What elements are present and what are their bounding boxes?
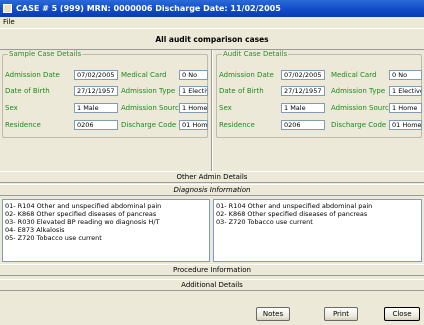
audit-case-caption: Audit Case Details bbox=[222, 50, 289, 59]
discharge-code-field[interactable]: 01 Home bbox=[179, 120, 208, 130]
sample-case-caption: Sample Case Details bbox=[8, 50, 83, 59]
notes-button[interactable]: Notes bbox=[256, 307, 290, 321]
admission-source-field[interactable]: 1 Home bbox=[179, 103, 208, 113]
app-icon[interactable] bbox=[3, 4, 12, 13]
panel-divider bbox=[211, 50, 213, 187]
additional-details-bar[interactable]: Additional Details bbox=[0, 279, 424, 291]
print-button[interactable]: Print bbox=[324, 307, 358, 321]
case-window: CASE # 5 (999) MRN: 0000006 Discharge Da… bbox=[0, 0, 424, 325]
sex-label: Sex bbox=[5, 104, 18, 112]
list-item: 03- R030 Elevated BP reading wo diagnosi… bbox=[5, 218, 160, 226]
admission-type-field[interactable]: 1 Elective bbox=[179, 86, 208, 96]
title-bar[interactable]: CASE # 5 (999) MRN: 0000006 Discharge Da… bbox=[0, 0, 424, 17]
sample-panel: Sample Case Details Admission Date 07/02… bbox=[0, 50, 210, 187]
medical-card-field[interactable]: 0 No bbox=[179, 70, 208, 80]
audit-admission-source-field[interactable]: 1 Home bbox=[389, 103, 422, 113]
audit-discharge-code-field[interactable]: 01 Home bbox=[389, 120, 422, 130]
audit-panel: Audit Case Details Admission Date 07/02/… bbox=[214, 50, 424, 187]
sample-diagnosis-list[interactable]: 01- R104 Other and unspecified abdominal… bbox=[2, 199, 210, 262]
audit-sex-label: Sex bbox=[219, 104, 232, 112]
admission-date-label: Admission Date bbox=[5, 71, 60, 79]
residence-label: Residence bbox=[5, 121, 41, 129]
procedure-information-bar[interactable]: Procedure Information bbox=[0, 264, 424, 276]
audit-admission-type-field[interactable]: 1 Elective bbox=[389, 86, 422, 96]
residence-field[interactable]: 0206 bbox=[74, 120, 118, 130]
admission-type-label: Admission Type bbox=[121, 87, 176, 95]
audit-admission-type-label: Admission Type bbox=[331, 87, 386, 95]
list-item: 04- E873 Alkalosis bbox=[5, 226, 65, 234]
diagnosis-information-bar: Diagnosis Information bbox=[0, 184, 424, 196]
audit-dob-field[interactable]: 27/12/1957 bbox=[281, 86, 325, 96]
menu-bar: File bbox=[0, 17, 424, 28]
admission-date-field[interactable]: 07/02/2005 bbox=[74, 70, 118, 80]
menu-file[interactable]: File bbox=[3, 17, 15, 28]
audit-sex-field[interactable]: 1 Male bbox=[281, 103, 325, 113]
audit-admission-date-field[interactable]: 07/02/2005 bbox=[281, 70, 325, 80]
audit-diagnosis-list[interactable]: 01- R104 Other and unspecified abdominal… bbox=[213, 199, 422, 262]
list-item: 01- R104 Other and unspecified abdominal… bbox=[216, 202, 373, 210]
audit-residence-label: Residence bbox=[219, 121, 255, 129]
other-admin-details-bar[interactable]: Other Admin Details bbox=[0, 171, 424, 183]
dob-label: Date of Birth bbox=[5, 87, 50, 95]
list-item: 03- Z720 Tobacco use current bbox=[216, 218, 313, 226]
list-item: 01- R104 Other and unspecified abdominal… bbox=[5, 202, 162, 210]
audit-residence-field[interactable]: 0206 bbox=[281, 120, 325, 130]
audit-admission-date-label: Admission Date bbox=[219, 71, 274, 79]
page-title: All audit comparison cases bbox=[0, 28, 424, 50]
list-item: 05- Z720 Tobacco use current bbox=[5, 234, 102, 242]
sex-field[interactable]: 1 Male bbox=[74, 103, 118, 113]
dob-field[interactable]: 27/12/1957 bbox=[74, 86, 118, 96]
list-item: 02- K868 Other specified diseases of pan… bbox=[5, 210, 157, 218]
list-item: 02- K868 Other specified diseases of pan… bbox=[216, 210, 368, 218]
discharge-code-label: Discharge Code bbox=[121, 121, 177, 129]
audit-medical-card-field[interactable]: 0 No bbox=[389, 70, 422, 80]
audit-dob-label: Date of Birth bbox=[219, 87, 264, 95]
admission-source-label: Admission Source bbox=[121, 104, 184, 112]
audit-discharge-code-label: Discharge Code bbox=[331, 121, 387, 129]
medical-card-label: Medical Card bbox=[121, 71, 167, 79]
audit-admission-source-label: Admission Source bbox=[331, 104, 394, 112]
window-title: CASE # 5 (999) MRN: 0000006 Discharge Da… bbox=[16, 4, 281, 13]
close-button[interactable]: Close bbox=[384, 307, 420, 321]
audit-medical-card-label: Medical Card bbox=[331, 71, 377, 79]
